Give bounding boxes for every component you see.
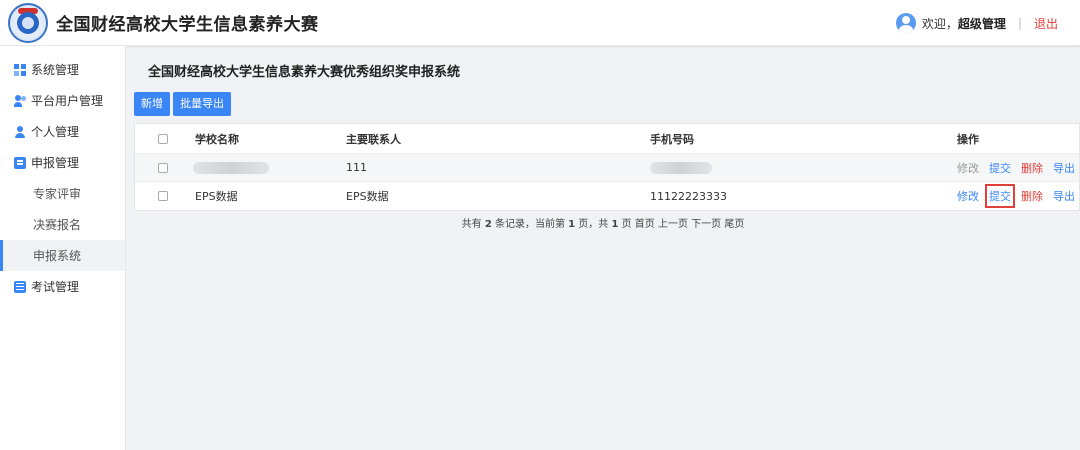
pager-total: 2 [484,219,492,230]
sidebar-subitem-declaration-system[interactable]: 申报系统 [0,240,125,271]
grid-icon [14,63,26,76]
export-link[interactable]: 导出 [1053,160,1075,176]
cell-contact: EPS数据 [346,190,389,203]
sidebar-item-declaration[interactable]: 申报管理 [0,147,125,178]
column-header-actions: 操作 [957,132,979,146]
row-actions: 修改 提交 删除 导出 [957,160,1075,176]
redacted-phone [650,161,712,174]
edit-link[interactable]: 修改 [957,160,979,176]
last-page-link[interactable]: 尾页 [724,219,744,230]
avatar-icon[interactable] [895,13,916,33]
sidebar-item-system[interactable]: 系统管理 [0,54,125,85]
export-link[interactable]: 导出 [1053,188,1075,204]
users-icon [14,94,26,107]
table-row: 111 修改 提交 删除 导出 [135,154,1079,182]
sidebar-item-label: 系统管理 [31,63,80,77]
pager-text: 共有 [461,219,485,230]
logo-icon [8,2,48,43]
add-button[interactable]: 新增 [134,92,170,116]
welcome-text: 欢迎， [921,16,958,31]
batch-export-button[interactable]: 批量导出 [173,92,231,116]
edit-link[interactable]: 修改 [957,188,979,204]
page-title: 全国财经高校大学生信息素养大赛优秀组织奖申报系统 [148,65,461,80]
pager-text: 条记录，当前第 [491,219,569,230]
table-header-row: 学校名称 主要联系人 手机号码 操作 [135,124,1079,154]
delete-link[interactable]: 删除 [1021,188,1043,204]
submit-link[interactable]: 提交 [985,184,1015,208]
sidebar-item-label: 个人管理 [31,125,80,139]
row-checkbox[interactable] [158,162,168,173]
exam-icon [14,280,26,293]
pagination: 共有 2 条记录，当前第 1 页，共 1 页 首页 上一页 下一页 尾页 [126,215,1080,230]
app-title: 全国财经高校大学生信息素养大赛 [56,15,319,35]
sidebar-subitem-expert-review[interactable]: 专家评审 [0,178,125,209]
table-row: EPS数据 EPS数据 11122223333 修改 提交 删除 导出 [135,182,1079,210]
sidebar-item-label: 专家评审 [33,187,82,201]
document-icon [14,156,26,169]
cell-contact: 111 [346,161,367,174]
sidebar-item-exam[interactable]: 考试管理 [0,271,125,302]
user-icon [14,125,26,138]
column-header-phone: 手机号码 [650,132,694,146]
logout-link[interactable]: 退出 [1034,15,1058,32]
submit-link[interactable]: 提交 [989,160,1011,176]
sidebar-item-personal[interactable]: 个人管理 [0,116,125,147]
cell-school: EPS数据 [195,190,238,203]
cell-phone: 11122223333 [650,189,727,203]
sidebar-item-label: 平台用户管理 [31,94,104,108]
first-page-link[interactable]: 首页 [635,219,655,230]
column-header-school: 学校名称 [195,132,239,146]
next-page-link[interactable]: 下一页 [691,219,721,230]
delete-link[interactable]: 删除 [1021,160,1043,176]
sidebar-item-label: 申报管理 [31,156,80,170]
select-all-checkbox[interactable] [158,133,168,144]
sidebar-item-label: 决赛报名 [33,218,82,232]
pager-text: 页 [618,219,635,230]
pager-text: 页，共 [575,219,612,230]
top-header: 全国财经高校大学生信息素养大赛 欢迎， 超级管理 | 退出 [0,0,1080,46]
user-name: 超级管理 [957,16,1006,31]
column-header-contact: 主要联系人 [346,132,401,146]
data-table: 学校名称 主要联系人 手机号码 操作 111 修改 提交 删除 导出 EPS数据… [134,123,1080,211]
row-checkbox[interactable] [158,191,168,201]
sidebar-item-platform-users[interactable]: 平台用户管理 [0,85,125,116]
redacted-school-name [193,161,269,174]
row-actions: 修改 提交 删除 导出 [957,184,1075,208]
sidebar: 系统管理 平台用户管理 个人管理 申报管理 专家评审 决赛报名 申报系统 考试管… [0,46,126,450]
main-content: 全国财经高校大学生信息素养大赛优秀组织奖申报系统 新增 批量导出 学校名称 主要… [126,46,1080,450]
separator: | [1017,16,1022,30]
sidebar-item-label: 考试管理 [31,280,80,294]
user-area: 欢迎， 超级管理 | 退出 [895,13,1058,33]
sidebar-item-label: 申报系统 [33,249,82,263]
prev-page-link[interactable]: 上一页 [658,219,688,230]
sidebar-subitem-final-registration[interactable]: 决赛报名 [0,209,125,240]
